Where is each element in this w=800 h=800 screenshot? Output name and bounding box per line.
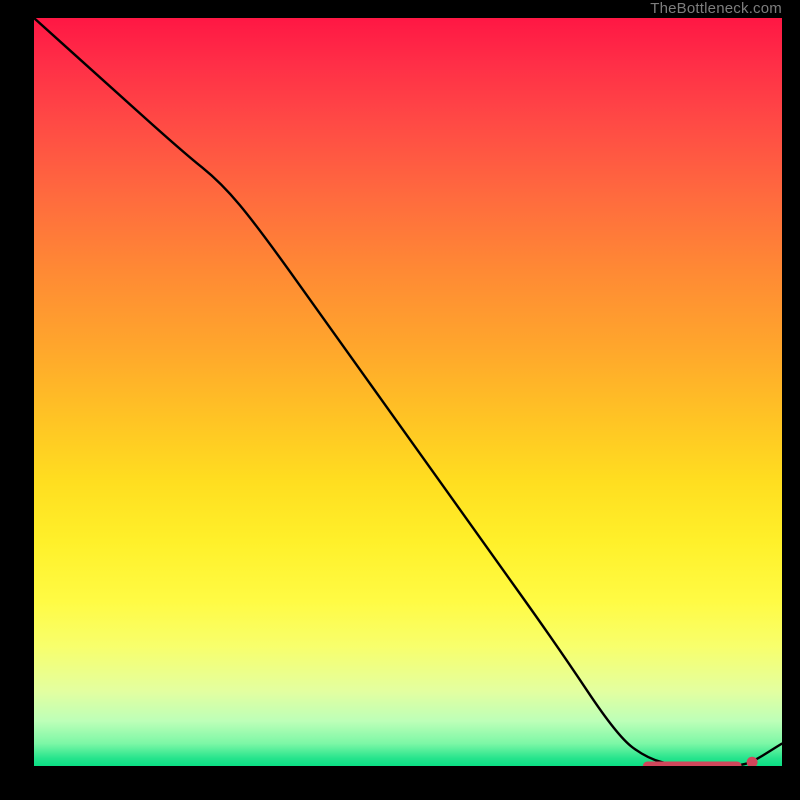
curve-svg [34, 18, 782, 766]
bottleneck-curve [34, 18, 782, 766]
plot-area [34, 18, 782, 766]
attribution-text: TheBottleneck.com [650, 0, 782, 18]
chart-frame: TheBottleneck.com [0, 0, 800, 800]
